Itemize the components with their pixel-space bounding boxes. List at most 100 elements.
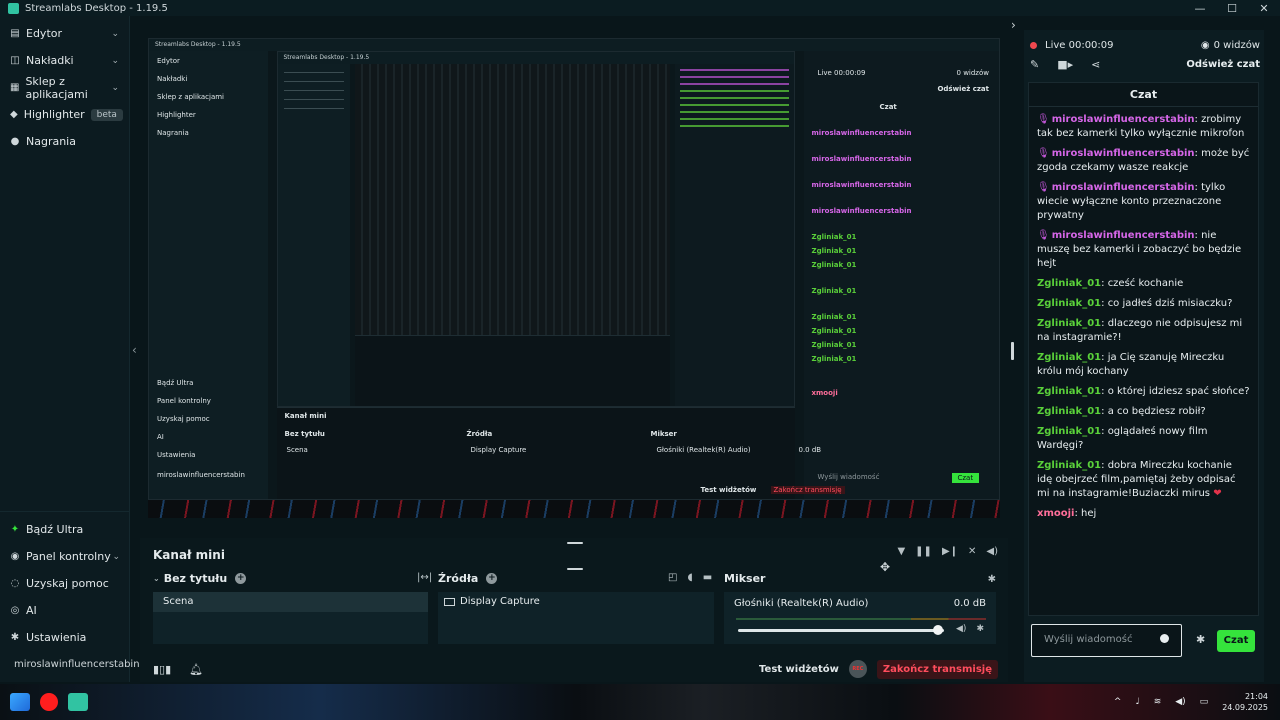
- chat-username[interactable]: miroslawinfluencerstabin: [1052, 148, 1195, 159]
- add-scene-button[interactable]: +: [235, 573, 247, 584]
- sidebar-item-recordings[interactable]: ● Nagrania: [0, 128, 129, 155]
- chevron-right-icon[interactable]: ›: [1011, 18, 1016, 32]
- chevron-up-icon[interactable]: ^: [1114, 697, 1122, 707]
- nested-label: Nakładki: [157, 75, 188, 83]
- maximize-button[interactable]: ☐: [1216, 2, 1248, 15]
- audio-icon[interactable]: ◖: [687, 572, 692, 583]
- wifi-icon[interactable]: ≋: [1154, 697, 1162, 707]
- sidebar-item-settings[interactable]: ✱ Ustawienia: [0, 624, 130, 651]
- resize-handle[interactable]: [567, 542, 583, 544]
- chat-username[interactable]: miroslawinfluencerstabin: [1052, 114, 1195, 125]
- volume-icon[interactable]: ◀): [986, 546, 998, 557]
- battery-icon[interactable]: ▭: [1200, 697, 1209, 707]
- skip-icon[interactable]: ▶❙: [942, 546, 958, 557]
- chat-username[interactable]: Zgliniak_01: [1037, 352, 1101, 363]
- chat-message: Zgliniak_01: a co będziesz robił?: [1037, 405, 1250, 419]
- chat-resize-handle[interactable]: [1011, 342, 1014, 360]
- windows-start-icon[interactable]: [10, 693, 30, 711]
- sidebar-item-highlighter[interactable]: ◆ Highlighter beta: [0, 101, 129, 128]
- scene-item[interactable]: Scena: [153, 592, 428, 612]
- chat-username[interactable]: Zgliniak_01: [1037, 386, 1101, 397]
- sidebar-item-dashboard[interactable]: ◉ Panel kontrolny ⌄: [0, 543, 130, 570]
- chat-username[interactable]: miroslawinfluencerstabin: [1052, 230, 1195, 241]
- notifications-icon[interactable]: 🔔︎: [189, 663, 203, 676]
- window-title: Streamlabs Desktop - 1.19.5: [25, 2, 168, 14]
- chat-username[interactable]: Zgliniak_01: [1037, 318, 1101, 329]
- chat-username[interactable]: Zgliniak_01: [1037, 298, 1101, 309]
- pause-icon[interactable]: ❚❚: [915, 546, 932, 557]
- volume-slider-knob[interactable]: [932, 625, 943, 635]
- chevron-down-icon[interactable]: ⌄: [111, 83, 119, 93]
- test-widgets-button[interactable]: Test widżetów: [759, 664, 839, 675]
- chevron-down-icon[interactable]: ⌄: [111, 29, 119, 39]
- microphone-badge-icon: 🎙︎: [1037, 148, 1050, 159]
- edit-icon[interactable]: ✎: [1030, 58, 1039, 71]
- sidebar-collapse-icon[interactable]: ‹: [132, 343, 137, 357]
- scene-transitions-icon[interactable]: |↔|: [417, 572, 432, 583]
- recordings-icon: ●: [10, 135, 20, 147]
- filter-icon[interactable]: ▼: [897, 546, 905, 557]
- chat-username[interactable]: xmooji: [1037, 508, 1074, 519]
- chat-message: 🎙︎ miroslawinfluencerstabin: tylko wiecie…: [1037, 181, 1250, 223]
- microphone-badge-icon: 🎙︎: [1037, 114, 1050, 125]
- mute-alerts-icon[interactable]: ✕: [968, 546, 976, 557]
- sidebar-item-ai[interactable]: ◎ AI: [0, 597, 130, 624]
- chat-settings-icon[interactable]: ✱: [1196, 633, 1205, 646]
- close-button[interactable]: ✕: [1248, 2, 1280, 15]
- chat-username[interactable]: miroslawinfluencerstabin: [1052, 182, 1195, 193]
- end-stream-button[interactable]: Zakończ transmisję: [876, 659, 998, 679]
- send-chat-button[interactable]: Czat: [1217, 630, 1255, 652]
- chevron-down-icon[interactable]: ⌄: [112, 552, 120, 562]
- youtube-icon[interactable]: [40, 693, 58, 711]
- sidebar-item-label: Sklep z aplikacjami: [25, 74, 88, 101]
- dashboard-icon: ◉: [10, 550, 20, 562]
- chat-message: 🎙︎ miroslawinfluencerstabin: może być zgo…: [1037, 147, 1250, 175]
- scenes-title[interactable]: Bez tytułu: [164, 572, 228, 585]
- volume-slider[interactable]: [738, 629, 944, 632]
- nested-label: Edytor: [157, 57, 180, 65]
- share-icon[interactable]: ⋖: [1091, 58, 1100, 71]
- streamlabs-taskbar-icon[interactable]: [68, 693, 88, 711]
- chat-message-input[interactable]: Wyślij wiadomość: [1031, 624, 1182, 657]
- chat-input-placeholder: Wyślij wiadomość: [1044, 634, 1133, 645]
- chat-message: 🎙︎ miroslawinfluencerstabin: nie muszę be…: [1037, 229, 1250, 271]
- nested-label: Display Capture: [470, 446, 527, 454]
- add-source-button[interactable]: +: [486, 573, 498, 584]
- sidebar-item-ultra[interactable]: ✦ Bądź Ultra: [0, 516, 130, 543]
- performance-icon[interactable]: ▮▯▮: [153, 663, 171, 676]
- streamlabs-window: Streamlabs Desktop - 1.19.5 — ☐ ✕ ▤ Edyt…: [0, 0, 1280, 720]
- chat-username[interactable]: Zgliniak_01: [1037, 278, 1101, 289]
- sidebar-item-overlays[interactable]: ◫ Nakładki ⌄: [0, 47, 129, 74]
- chat-username[interactable]: Zgliniak_01: [1037, 460, 1101, 471]
- sidebar-item-help[interactable]: ◌ Uzyskaj pomoc: [0, 570, 130, 597]
- mixer-settings-icon[interactable]: ✱: [988, 574, 996, 585]
- source-item[interactable]: Display Capture: [438, 592, 714, 611]
- chat-message: Zgliniak_01: co jadłeś dziś misiaczku?: [1037, 297, 1250, 311]
- sidebar-item-appstore[interactable]: ▦ Sklep z aplikacjami ⌄: [0, 74, 129, 101]
- chevron-down-icon[interactable]: ⌄: [153, 574, 160, 583]
- speaker-icon[interactable]: ◀): [956, 624, 966, 634]
- nested-label: Bądź Ultra: [157, 379, 194, 387]
- chevron-down-icon[interactable]: ⌄: [111, 56, 119, 66]
- nested-label: Nagrania: [157, 129, 189, 137]
- nested-preview: Streamlabs Desktop - 1.19.5: [276, 51, 795, 407]
- username[interactable]: miroslawinfluencerstabin: [0, 651, 140, 682]
- folder-icon[interactable]: ▬: [703, 572, 712, 583]
- minimize-button[interactable]: —: [1184, 2, 1216, 15]
- record-button[interactable]: REC: [848, 660, 867, 678]
- mini-feed-controls: ▼ ❚❚ ▶❙ ✕ ◀): [897, 546, 998, 557]
- speaker-icon[interactable]: ◀): [1175, 697, 1185, 707]
- nested-label: Odśwież czat: [937, 85, 989, 93]
- refresh-chat-button[interactable]: Odśwież czat: [1186, 59, 1260, 70]
- selective-recording-icon[interactable]: ◰: [668, 572, 677, 583]
- sidebar-item-editor[interactable]: ▤ Edytor ⌄: [0, 20, 129, 47]
- emoji-icon[interactable]: [1160, 634, 1169, 643]
- video-icon[interactable]: ■▸: [1057, 58, 1073, 71]
- microphone-icon[interactable]: ♩: [1135, 697, 1139, 707]
- clock[interactable]: 21:04 24.09.2025: [1222, 691, 1268, 713]
- chat-username[interactable]: Zgliniak_01: [1037, 406, 1101, 417]
- mixer-channel-settings-icon[interactable]: ✱: [976, 624, 984, 634]
- chat-message: Zgliniak_01: ja Cię szanuję Mireczku kró…: [1037, 351, 1250, 379]
- chat-username[interactable]: Zgliniak_01: [1037, 426, 1101, 437]
- resize-handle[interactable]: [567, 568, 583, 570]
